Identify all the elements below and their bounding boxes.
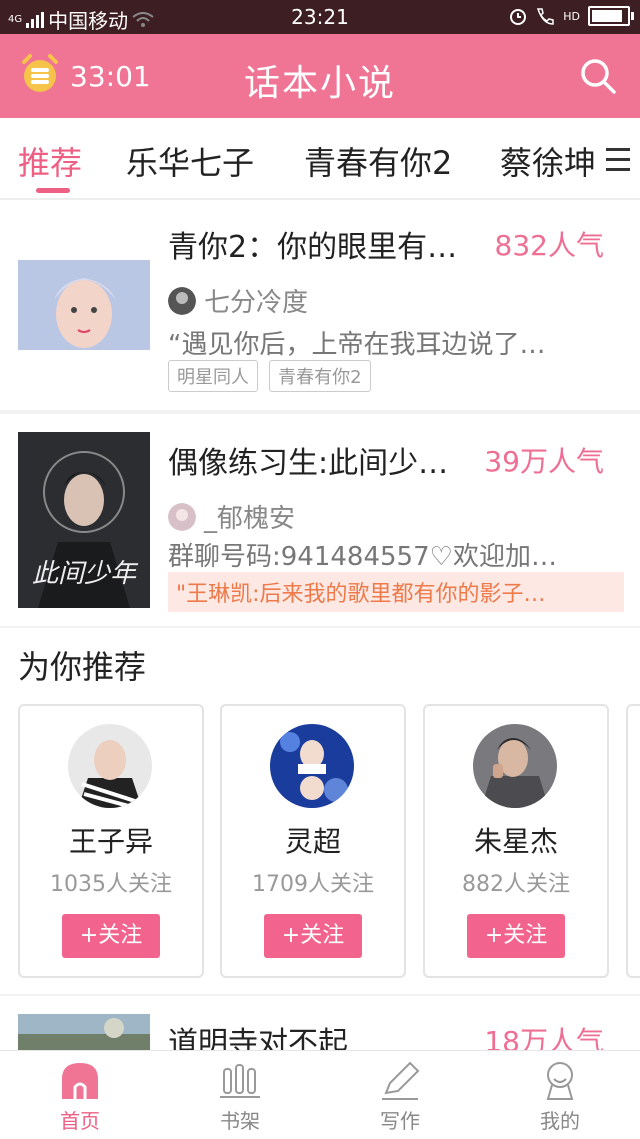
profile-icon	[546, 1062, 574, 1100]
tab-recommend[interactable]: 推荐	[18, 138, 82, 184]
home-icon	[62, 1063, 98, 1099]
app-title: 话本小说	[243, 63, 396, 104]
author-avatar	[168, 502, 196, 531]
book-card[interactable]: 道明寺对不起 18万人气	[0, 996, 640, 1050]
nav-write[interactable]: 写作	[320, 1059, 480, 1134]
author-card[interactable]: 灵超 1709人关注 +关注	[220, 704, 406, 978]
bookshelf-icon	[220, 1064, 260, 1098]
book-popularity: 18万人气	[484, 1025, 604, 1050]
author-card-name[interactable]: 朱星杰	[425, 820, 607, 860]
divider	[0, 626, 640, 628]
status-bar: 4G 中国移动 23:21 HD	[0, 0, 640, 34]
phone-hd-icon	[537, 8, 554, 25]
book-description: 群聊号码:941484557♡欢迎加…	[168, 542, 557, 572]
author-card[interactable]: 王子异 1035人关注 +关注	[18, 704, 204, 978]
book-author[interactable]: _郁槐安	[168, 498, 295, 535]
category-tabs: 推荐 乐华七子 青春有你2 蔡徐坤	[0, 118, 640, 200]
author-card-followers: 1709人关注	[252, 872, 374, 897]
book-card[interactable]: 青你2：你的眼里有… 832人气 七分冷度 “遇见你后，上帝在我耳边说了… 明星…	[0, 200, 640, 410]
author-card-partial[interactable]	[626, 704, 640, 978]
author-card-name[interactable]: 王子异	[20, 820, 202, 860]
bottom-navigation: 首页 书架 写作 我的	[0, 1050, 640, 1139]
author-name: 七分冷度	[204, 288, 309, 318]
author-avatar	[68, 724, 152, 808]
cover-title: 此间少年	[32, 559, 139, 589]
book-author[interactable]: 七分冷度	[168, 282, 308, 319]
book-card[interactable]: 此间少年 偶像练习生:此间少… 39万人气 _郁槐安 群聊号码:94148455…	[0, 414, 640, 626]
book-title[interactable]: 青你2：你的眼里有…	[168, 222, 478, 266]
book-cover-image	[18, 260, 150, 350]
nav-home[interactable]: 首页	[0, 1059, 160, 1134]
author-avatar	[473, 724, 557, 808]
tab-caixukun[interactable]: 蔡徐坤	[500, 138, 596, 184]
nav-profile-label: 我的	[540, 1109, 580, 1133]
book-tag[interactable]: 明星同人	[168, 360, 258, 392]
book-tag[interactable]: 青春有你2	[269, 360, 371, 392]
author-name: _郁槐安	[204, 504, 296, 534]
search-icon[interactable]	[578, 56, 618, 96]
book-popularity: 832人气	[494, 229, 604, 262]
book-quote: "王琳凯:后来我的歌里都有你的影子…	[168, 572, 624, 612]
book-title[interactable]: 偶像练习生:此间少…	[168, 438, 478, 482]
author-avatar	[168, 286, 196, 315]
tab-yuehua[interactable]: 乐华七子	[126, 138, 254, 184]
book-description: “遇见你后，上帝在我耳边说了…	[168, 330, 546, 360]
menu-icon[interactable]	[596, 134, 640, 184]
author-card-name[interactable]: 灵超	[222, 820, 404, 860]
recommend-section-title: 为你推荐	[18, 648, 147, 686]
nav-write-label: 写作	[380, 1109, 420, 1133]
tab-youth-with-you[interactable]: 青春有你2	[304, 138, 452, 184]
tab-active-indicator	[36, 188, 70, 193]
nav-bookshelf[interactable]: 书架	[160, 1059, 320, 1134]
author-card[interactable]: 朱星杰 882人关注 +关注	[423, 704, 609, 978]
nav-bookshelf-label: 书架	[220, 1109, 260, 1133]
book-cover-image: 此间少年	[18, 432, 150, 608]
battery-icon	[588, 6, 634, 26]
app-header: 33:01 话本小说	[0, 34, 640, 118]
pen-icon	[382, 1061, 420, 1100]
book-title[interactable]: 道明寺对不起	[168, 1018, 478, 1050]
alarm-clock-icon	[510, 9, 527, 25]
nav-home-label: 首页	[60, 1109, 100, 1133]
tag-list: 明星同人 青春有你2	[168, 360, 377, 392]
battery-fill	[592, 10, 623, 22]
follow-button[interactable]: +关注	[264, 914, 362, 958]
nav-profile[interactable]: 我的	[480, 1059, 640, 1134]
author-avatar	[270, 724, 354, 808]
author-card-followers: 1035人关注	[50, 872, 172, 897]
book-popularity: 39万人气	[484, 445, 604, 478]
follow-button[interactable]: +关注	[467, 914, 565, 958]
hd-label: HD	[563, 9, 580, 23]
author-card-followers: 882人关注	[462, 872, 570, 897]
book-cover-image	[18, 1014, 150, 1050]
follow-button[interactable]: +关注	[62, 914, 160, 958]
